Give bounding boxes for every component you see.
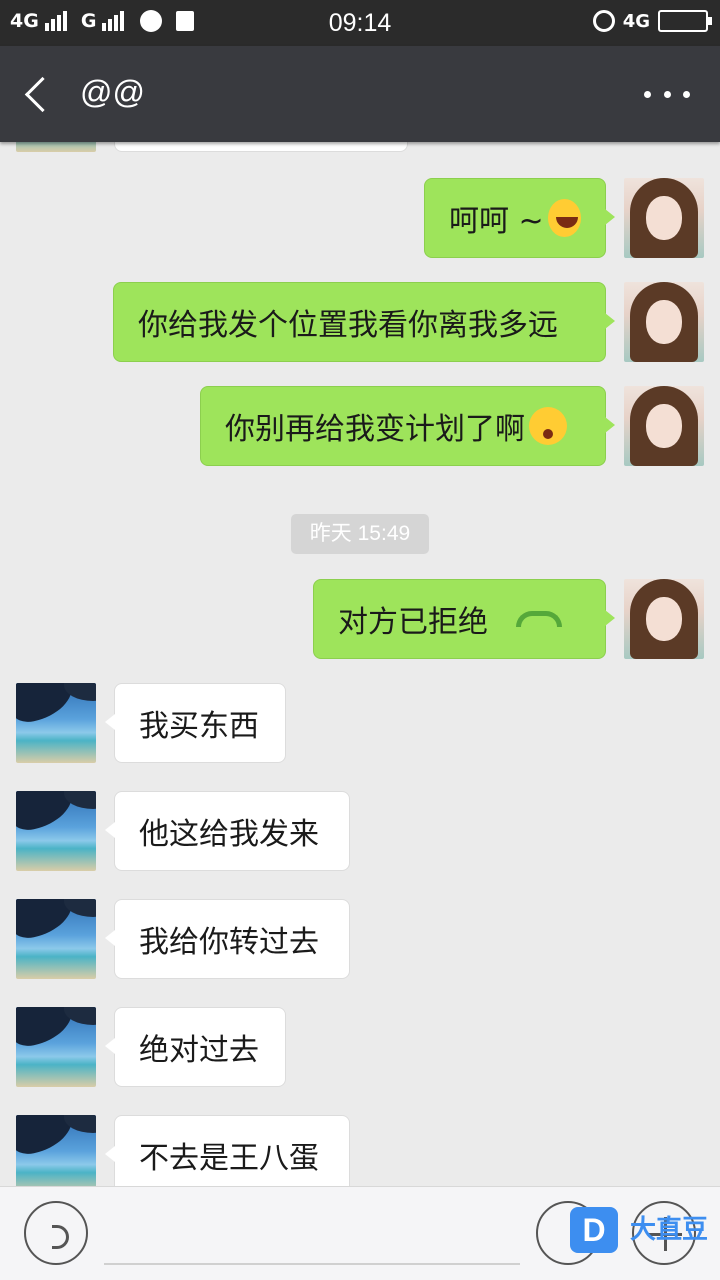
network-label-3: 4G <box>622 10 650 32</box>
my-avatar[interactable] <box>624 282 704 362</box>
input-bar: D 大直豆 <box>0 1186 720 1280</box>
my-avatar[interactable] <box>624 178 704 258</box>
chat-header: @@ <box>0 46 720 142</box>
my-avatar[interactable] <box>624 579 704 659</box>
message-bubble[interactable]: 我给你转过去 <box>105 899 350 979</box>
watermark-text: 大直豆 <box>630 1215 709 1245</box>
back-icon[interactable] <box>18 74 58 114</box>
message-bubble[interactable]: 你给我发个位置我看你离我多远 <box>113 282 615 362</box>
message-bubble[interactable]: 呵呵 ~ <box>424 178 615 258</box>
contact-avatar[interactable] <box>16 899 96 979</box>
message-text: 我买东西 <box>139 709 259 744</box>
message-text: 你别再给我变计划了啊 <box>225 412 525 447</box>
call-rejected-bubble[interactable]: 对方已拒绝 <box>313 579 615 659</box>
contact-avatar[interactable] <box>16 1007 96 1087</box>
message-text: 对方已拒绝 <box>338 605 488 640</box>
message-text: 呵呵 ~ <box>449 204 544 239</box>
message-bubble[interactable]: 绝对过去 <box>105 1007 286 1087</box>
contact-avatar[interactable] <box>16 142 96 152</box>
message-bubble[interactable]: 他这给我发来 <box>105 791 350 871</box>
message-text: 绝对过去 <box>139 1033 259 1068</box>
message-bubble[interactable]: 不去是王八蛋 <box>105 1115 350 1186</box>
contact-avatar[interactable] <box>16 791 96 871</box>
message-bubble[interactable]: 我买东西 <box>105 683 286 763</box>
message-text: 你给我发个位置我看你离我多远 <box>138 308 558 343</box>
message-text: 他这给我发来 <box>139 817 319 852</box>
timestamp-divider: 昨天 15:49 <box>291 514 429 554</box>
battery-icon <box>658 10 712 32</box>
message-text: 我给你转过去 <box>139 925 319 960</box>
message-list[interactable]: 呵呵 ~ 你给我发个位置我看你离我多远 你别再给我变计划了啊 昨天 15:49 … <box>0 142 720 1186</box>
voice-input-icon[interactable] <box>24 1201 88 1265</box>
partial-message-bubble[interactable] <box>114 142 408 152</box>
contact-avatar[interactable] <box>16 1115 96 1186</box>
phone-hangup-icon <box>516 611 562 627</box>
message-input[interactable] <box>104 1263 520 1265</box>
more-options-icon[interactable] <box>644 86 690 102</box>
chat-title: @@ <box>80 74 145 110</box>
shocked-emoji-icon <box>529 407 567 445</box>
watermark-logo: D <box>570 1207 618 1253</box>
contact-avatar[interactable] <box>16 683 96 763</box>
message-bubble[interactable]: 你别再给我变计划了啊 <box>200 386 615 466</box>
status-right: 4G <box>592 10 712 32</box>
message-text: 不去是王八蛋 <box>139 1141 319 1176</box>
my-avatar[interactable] <box>624 386 704 466</box>
tears-of-joy-emoji-icon <box>547 199 581 237</box>
status-bar: 4G G 09:14 4G <box>0 0 720 46</box>
alarm-icon <box>592 10 615 32</box>
